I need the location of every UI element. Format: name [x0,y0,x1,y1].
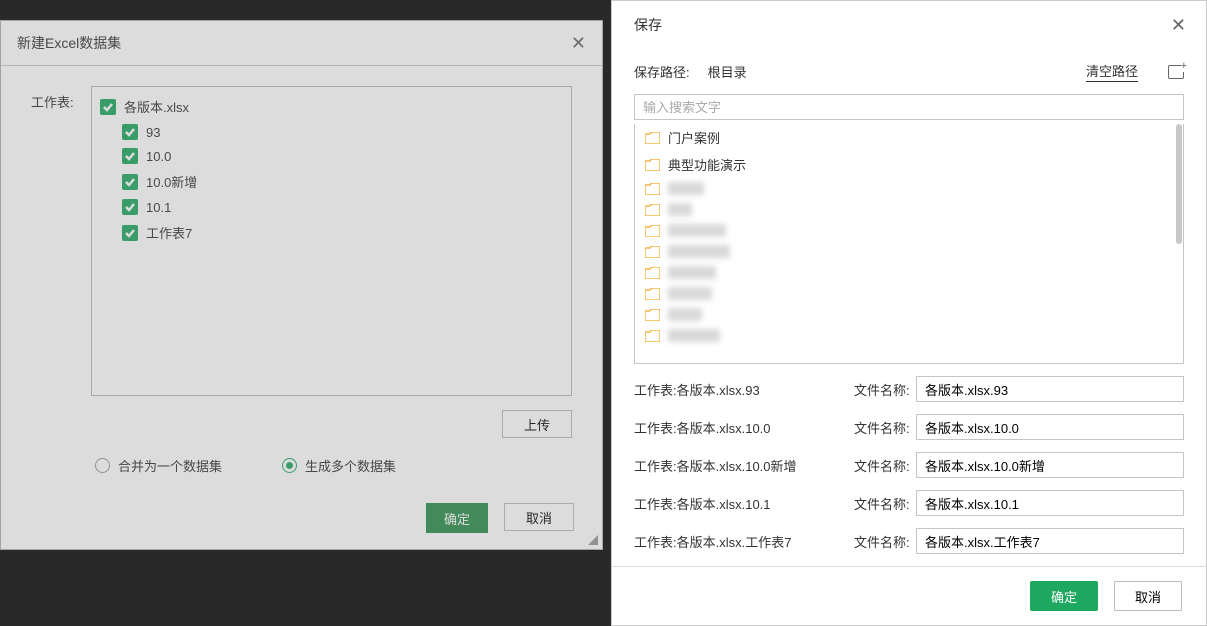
save-path-value: 根目录 [708,62,1068,81]
tree-root-item[interactable]: 各版本.xlsx [100,93,563,120]
radio-merge[interactable]: 合并为一个数据集 [95,456,222,475]
search-input[interactable] [634,94,1184,120]
filename-label: 文件名称: [854,532,916,551]
folder-icon [645,288,660,300]
folder-icon [645,183,660,195]
filename-input[interactable] [916,490,1184,516]
folder-name-redacted [668,287,712,300]
tree-item-label: 工作表7 [146,223,192,242]
new-excel-dataset-dialog: 新建Excel数据集 ✕ 工作表: 各版本.xlsx 93 10.0 10.0新… [0,20,603,550]
folder-name-redacted [668,224,726,237]
folder-item[interactable]: 门户案例 [635,124,1183,151]
filename-label: 文件名称: [854,380,916,399]
folder-item[interactable] [635,241,1183,262]
folder-item[interactable] [635,199,1183,220]
checkbox-icon[interactable] [122,225,138,241]
dialog-titlebar: 新建Excel数据集 ✕ [1,21,602,66]
folder-icon [645,246,660,258]
folder-name-redacted [668,203,692,216]
dialog-title: 保存 [634,15,662,35]
folder-name-redacted [668,329,720,342]
resize-grip-icon[interactable] [586,533,600,547]
filename-row: 工作表:各版本.xlsx.10.0新增 文件名称: [634,452,1184,478]
tree-item[interactable]: 10.0新增 [100,168,563,195]
filename-row: 工作表:各版本.xlsx.工作表7 文件名称: [634,528,1184,554]
radio-label: 生成多个数据集 [305,456,396,475]
folder-icon [645,267,660,279]
folder-name: 典型功能演示 [668,155,746,174]
folder-name-redacted [668,245,730,258]
folder-item[interactable]: 典型功能演示 [635,151,1183,178]
radio-multi[interactable]: 生成多个数据集 [282,456,396,475]
checkbox-icon[interactable] [122,148,138,164]
clear-path-link[interactable]: 清空路径 [1086,61,1138,82]
folder-item[interactable] [635,304,1183,325]
folder-item[interactable] [635,220,1183,241]
close-icon[interactable]: ✕ [1171,16,1186,34]
sheet-label: 工作表:各版本.xlsx.10.0新增 [634,456,854,475]
folder-icon [645,159,660,171]
tree-item[interactable]: 10.1 [100,195,563,219]
filename-input[interactable] [916,414,1184,440]
checkbox-icon[interactable] [122,124,138,140]
cancel-button[interactable]: 取消 [504,503,574,531]
folder-item[interactable] [635,325,1183,346]
radio-icon [95,458,110,473]
radio-icon [282,458,297,473]
save-path-label: 保存路径: [634,62,690,81]
folder-icon [645,204,660,216]
filename-input[interactable] [916,376,1184,402]
tree-item-label: 93 [146,125,160,140]
folder-name-redacted [668,308,702,321]
filename-row: 工作表:各版本.xlsx.93 文件名称: [634,376,1184,402]
sheet-label: 工作表:各版本.xlsx.10.1 [634,494,854,513]
filename-input[interactable] [916,528,1184,554]
worksheet-label: 工作表: [31,86,91,111]
tree-item[interactable]: 93 [100,120,563,144]
tree-item[interactable]: 10.0 [100,144,563,168]
checkbox-icon[interactable] [122,174,138,190]
tree-item[interactable]: 工作表7 [100,219,563,246]
folder-name: 门户案例 [668,128,720,147]
worksheet-tree: 各版本.xlsx 93 10.0 10.0新增 10.1 工作表7 [91,86,572,396]
save-dialog: 保存 ✕ 保存路径: 根目录 清空路径 门户案例 典型功能演示 工作表:各版本.… [611,0,1207,626]
folder-item[interactable] [635,283,1183,304]
close-icon[interactable]: ✕ [571,34,586,52]
folder-name-redacted [668,266,716,279]
filename-label: 文件名称: [854,418,916,437]
sheet-label: 工作表:各版本.xlsx.93 [634,380,854,399]
dialog-title: 新建Excel数据集 [17,33,121,53]
folder-name-redacted [668,182,704,195]
checkbox-icon[interactable] [122,199,138,215]
scrollbar[interactable] [1175,124,1183,363]
folder-item[interactable] [635,178,1183,199]
filename-row: 工作表:各版本.xlsx.10.0 文件名称: [634,414,1184,440]
folder-icon [645,132,660,144]
folder-icon [645,330,660,342]
ok-button[interactable]: 确定 [426,503,488,533]
ok-button[interactable]: 确定 [1030,581,1098,611]
cancel-button[interactable]: 取消 [1114,581,1182,611]
sheet-label: 工作表:各版本.xlsx.工作表7 [634,532,854,551]
tree-item-label: 各版本.xlsx [124,97,189,116]
filename-label: 文件名称: [854,456,916,475]
save-path-row: 保存路径: 根目录 清空路径 [612,53,1206,90]
filename-row: 工作表:各版本.xlsx.10.1 文件名称: [634,490,1184,516]
folder-tree: 门户案例 典型功能演示 [634,124,1184,364]
sheet-label: 工作表:各版本.xlsx.10.0 [634,418,854,437]
filename-table: 工作表:各版本.xlsx.93 文件名称: 工作表:各版本.xlsx.10.0 … [612,364,1206,566]
filename-input[interactable] [916,452,1184,478]
tree-item-label: 10.0新增 [146,172,197,191]
dialog-titlebar: 保存 ✕ [612,1,1206,53]
tree-item-label: 10.1 [146,200,171,215]
folder-item[interactable] [635,262,1183,283]
tree-item-label: 10.0 [146,149,171,164]
folder-icon [645,309,660,321]
upload-button[interactable]: 上传 [502,410,572,438]
new-folder-icon[interactable] [1168,65,1184,79]
radio-label: 合并为一个数据集 [118,456,222,475]
folder-icon [645,225,660,237]
filename-label: 文件名称: [854,494,916,513]
checkbox-icon[interactable] [100,99,116,115]
